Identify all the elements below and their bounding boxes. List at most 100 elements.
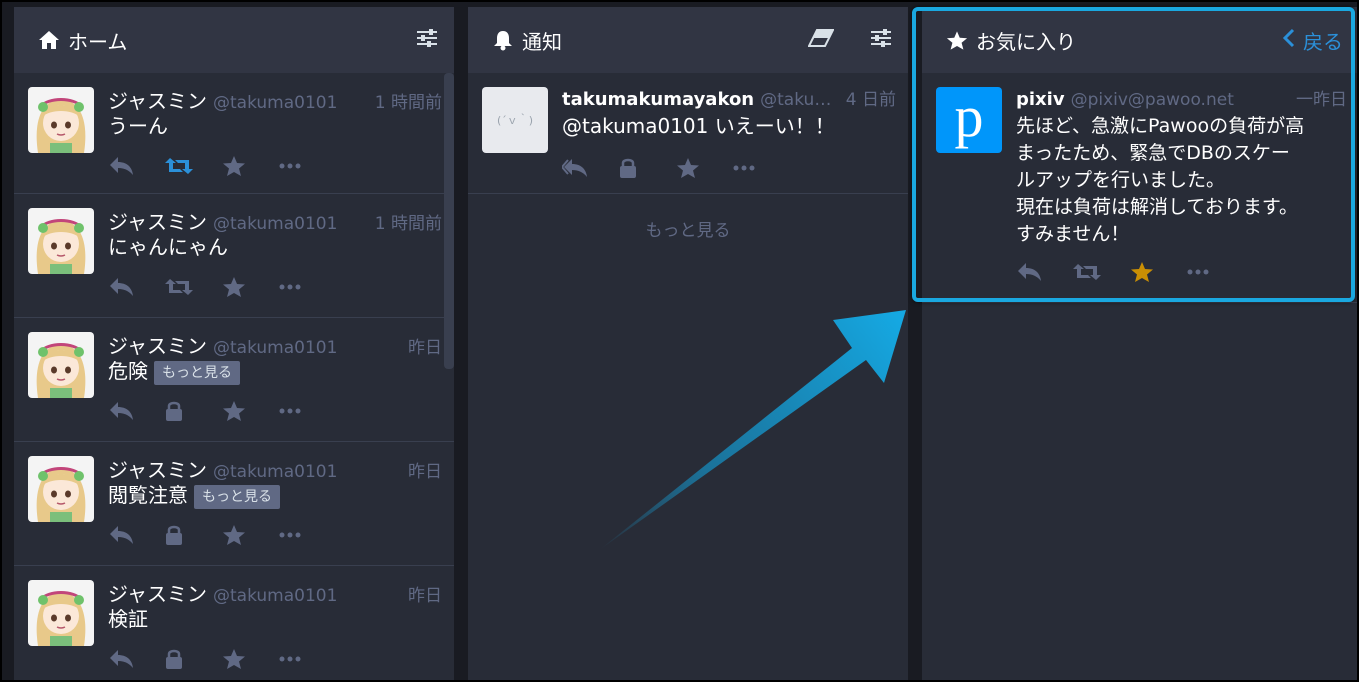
lock-icon xyxy=(165,646,222,672)
status-time[interactable]: 1 時間前 xyxy=(367,88,442,113)
settings-sliders-icon[interactable] xyxy=(416,28,438,52)
home-icon xyxy=(38,29,60,51)
favourite-star-icon[interactable] xyxy=(222,153,279,179)
display-name[interactable]: ジャスミン xyxy=(108,578,207,607)
favourites-column: お気に入り 戻る p pixiv @pixiv@pawoo.net 一昨日 先ほ… xyxy=(922,7,1359,682)
more-options-icon[interactable] xyxy=(279,398,336,424)
avatar-logo-letter: p xyxy=(954,87,984,149)
status-actions xyxy=(1016,259,1244,285)
home-status[interactable]: ジャスミン @takuma0101 昨日 閲覧注意 もっと見る xyxy=(14,442,454,566)
show-more-button[interactable]: もっと見る xyxy=(194,484,280,509)
more-options-icon[interactable] xyxy=(733,155,790,181)
content-line: ルアップを行いました。 xyxy=(1016,169,1226,191)
status-content: 閲覧注意 もっと見る xyxy=(108,482,436,509)
account-handle[interactable]: @takuma0101 xyxy=(213,338,337,358)
lock-icon xyxy=(165,522,222,548)
status-actions xyxy=(108,274,336,300)
home-status[interactable]: ジャスミン @takuma0101 1 時間前 うーん xyxy=(14,73,454,194)
reply-icon[interactable] xyxy=(108,398,165,424)
display-name[interactable]: ジャスミン xyxy=(108,206,207,235)
favourites-column-title: お気に入り xyxy=(976,29,1076,54)
notifications-column: 通知 (´ｖ｀) takumakumayakon @takum… 4 日前 @t… xyxy=(468,7,908,682)
reply-icon[interactable] xyxy=(108,646,165,672)
display-name[interactable]: ジャスミン xyxy=(108,454,207,483)
boost-icon[interactable] xyxy=(165,274,222,300)
boost-icon[interactable] xyxy=(165,153,222,179)
avatar[interactable] xyxy=(28,208,94,274)
content-line: 現在は負荷は解消しております。 xyxy=(1016,196,1298,218)
avatar[interactable]: (´ｖ｀) xyxy=(482,87,548,153)
display-name[interactable]: takumakumayakon xyxy=(562,89,754,110)
favourite-status[interactable]: p pixiv @pixiv@pawoo.net 一昨日 先ほど、急激にPawo… xyxy=(922,73,1359,303)
back-button[interactable]: 戻る xyxy=(1282,26,1343,55)
reply-icon[interactable] xyxy=(1016,259,1073,285)
reply-icon[interactable] xyxy=(108,274,165,300)
settings-sliders-icon[interactable] xyxy=(870,28,892,52)
avatar-text: (´ｖ｀) xyxy=(496,114,534,127)
home-timeline: ジャスミン @takuma0101 1 時間前 うーん ジャスミン @takuma0101… xyxy=(14,73,454,682)
status-actions xyxy=(108,398,336,424)
status-time[interactable]: 昨日 xyxy=(400,581,442,606)
favourite-star-icon[interactable] xyxy=(222,398,279,424)
home-column-title: ホーム xyxy=(68,29,128,54)
reply-icon[interactable] xyxy=(108,522,165,548)
home-column-header[interactable]: ホーム xyxy=(14,7,454,73)
status-actions xyxy=(108,153,336,179)
display-name[interactable]: pixiv xyxy=(1016,89,1065,110)
status-time[interactable]: 1 時間前 xyxy=(367,209,442,234)
show-more-button[interactable]: もっと見る xyxy=(154,360,240,385)
reply-icon[interactable] xyxy=(108,153,165,179)
chevron-left-icon xyxy=(1282,28,1295,53)
bell-icon xyxy=(492,29,514,51)
content-line: すみません！ xyxy=(1016,223,1130,245)
notifications-column-header[interactable]: 通知 xyxy=(468,7,908,73)
account-handle[interactable]: @takuma0101 xyxy=(213,586,337,606)
account-handle[interactable]: @takuma0101 xyxy=(213,214,337,234)
eraser-icon[interactable] xyxy=(807,29,835,51)
avatar[interactable] xyxy=(28,580,94,646)
avatar[interactable] xyxy=(28,332,94,398)
home-scrollbar[interactable] xyxy=(444,73,454,369)
status-time[interactable]: 4 日前 xyxy=(844,85,896,110)
favourite-star-icon[interactable] xyxy=(222,522,279,548)
favourite-star-icon[interactable] xyxy=(222,646,279,672)
home-status[interactable]: ジャスミン @takuma0101 昨日検証 xyxy=(14,566,454,682)
boost-icon[interactable] xyxy=(1073,259,1130,285)
reply-all-icon[interactable] xyxy=(562,155,619,181)
lock-icon xyxy=(165,398,222,424)
home-status[interactable]: ジャスミン @takuma0101 1 時間前にゃんにゃん xyxy=(14,194,454,318)
more-options-icon[interactable] xyxy=(279,646,336,672)
status-time[interactable]: 一昨日 xyxy=(1288,85,1347,110)
status-text: 閲覧注意 xyxy=(108,483,188,507)
more-options-icon[interactable] xyxy=(279,522,336,548)
account-handle[interactable]: @takuma0101 xyxy=(213,93,337,113)
status-time[interactable]: 昨日 xyxy=(400,457,442,482)
account-handle[interactable]: @takuma0101 xyxy=(213,462,337,482)
display-name[interactable]: ジャスミン xyxy=(108,85,207,114)
load-more-button[interactable]: もっと見る xyxy=(468,216,908,241)
status-text: にゃんにゃん xyxy=(108,235,228,259)
account-handle[interactable]: @takum… xyxy=(760,90,844,110)
favourites-column-header[interactable]: お気に入り 戻る xyxy=(922,7,1359,73)
account-handle[interactable]: @pixiv@pawoo.net xyxy=(1071,90,1234,110)
home-column: ホーム ジャスミン @takuma0101 1 時間前 うーん ジャスミン @takuma… xyxy=(14,7,454,682)
more-options-icon[interactable] xyxy=(279,153,336,179)
content-line: まったため、緊急でDBのスケー xyxy=(1016,142,1290,164)
status-text: 検証 xyxy=(108,607,148,631)
favourite-star-icon[interactable] xyxy=(222,274,279,300)
home-status[interactable]: ジャスミン @takuma0101 昨日 危険 もっと見る xyxy=(14,318,454,442)
notification-status[interactable]: (´ｖ｀) takumakumayakon @takum… 4 日前 @taku… xyxy=(468,73,908,194)
status-content: うーん xyxy=(108,113,436,140)
favourite-star-icon[interactable] xyxy=(676,155,733,181)
star-icon xyxy=(946,29,968,51)
more-options-icon[interactable] xyxy=(279,274,336,300)
avatar[interactable] xyxy=(28,456,94,522)
avatar[interactable]: p xyxy=(936,87,1002,153)
avatar[interactable] xyxy=(28,87,94,153)
more-options-icon[interactable] xyxy=(1187,259,1244,285)
status-content: にゃんにゃん xyxy=(108,234,436,261)
lock-icon xyxy=(619,155,676,181)
display-name[interactable]: ジャスミン xyxy=(108,330,207,359)
status-time[interactable]: 昨日 xyxy=(400,333,442,358)
favourite-star-icon[interactable] xyxy=(1130,259,1187,285)
